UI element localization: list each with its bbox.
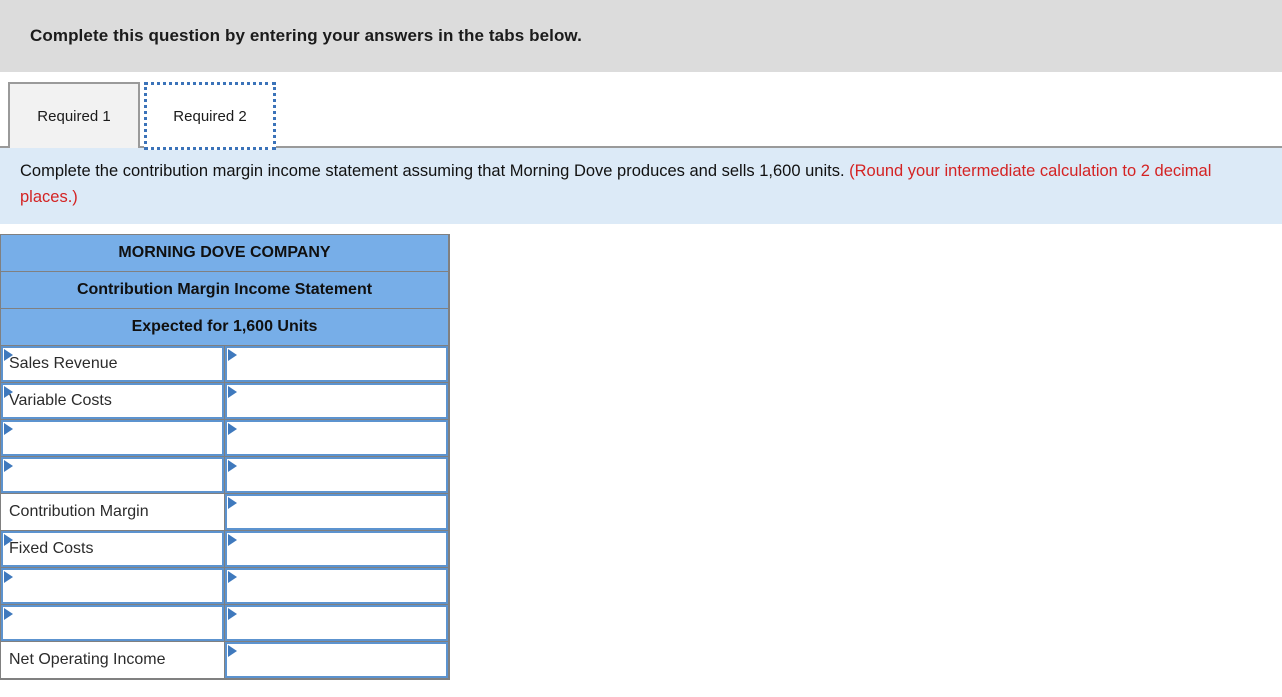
account-select-0[interactable]: Sales Revenue <box>1 346 225 382</box>
statement-label-text: Sales Revenue <box>9 355 118 372</box>
table-row: Variable Costs <box>0 382 450 420</box>
account-select-6[interactable] <box>1 568 225 604</box>
tab-strip: Required 1 Required 2 <box>0 72 1282 150</box>
dropdown-triangle-icon <box>4 423 13 435</box>
statement-label-cell: Fixed Costs <box>0 530 226 568</box>
statement-period: Expected for 1,600 Units <box>0 308 450 346</box>
dropdown-triangle-icon <box>228 497 238 509</box>
dropdown-triangle-icon <box>228 423 238 435</box>
question-instruction-bar: Complete this question by entering your … <box>0 0 1282 72</box>
table-row <box>0 419 450 457</box>
account-select-3[interactable] <box>1 457 225 493</box>
account-select-1[interactable]: Variable Costs <box>1 383 225 419</box>
table-row: Contribution Margin <box>0 493 450 531</box>
statement-value-cell <box>224 530 450 568</box>
account-select-5[interactable]: Fixed Costs <box>1 531 225 567</box>
tab-required-1[interactable]: Required 1 <box>8 82 140 148</box>
statement-label-cell <box>0 456 226 494</box>
dropdown-triangle-icon <box>4 608 13 620</box>
amount-input-1[interactable] <box>225 383 448 419</box>
account-select-7[interactable] <box>1 605 225 641</box>
amount-input-0[interactable] <box>225 346 448 382</box>
statement-label-cell: Contribution Margin <box>0 493 226 531</box>
statement-label-text: Net Operating Income <box>9 651 166 668</box>
question-instruction-text: Complete this question by entering your … <box>30 26 582 45</box>
table-row: Sales Revenue <box>0 345 450 383</box>
statement-value-cell <box>224 382 450 420</box>
dropdown-triangle-icon <box>228 386 238 398</box>
tab-required-2-label: Required 2 <box>173 107 247 125</box>
statement-subtitle: Contribution Margin Income Statement <box>0 271 450 309</box>
amount-input-5[interactable] <box>225 531 448 567</box>
statement-label-cell: Net Operating Income <box>0 641 226 680</box>
table-row <box>0 604 450 642</box>
table-title-row-3: Expected for 1,600 Units <box>0 308 450 346</box>
dropdown-triangle-icon <box>4 460 13 472</box>
table-title-row-1: MORNING DOVE COMPANY <box>0 234 450 272</box>
requirement-banner: Complete the contribution margin income … <box>0 148 1282 224</box>
amount-input-6[interactable] <box>225 568 448 604</box>
amount-input-7[interactable] <box>225 605 448 641</box>
statement-label-cell <box>0 567 226 605</box>
statement-label-text: Variable Costs <box>9 392 112 409</box>
table-row: Net Operating Income <box>0 641 450 680</box>
statement-worksheet: MORNING DOVE COMPANY Contribution Margin… <box>0 224 1282 680</box>
requirement-text: Complete the contribution margin income … <box>20 162 850 180</box>
statement-label-cell: Sales Revenue <box>0 345 226 383</box>
dropdown-triangle-icon <box>228 349 238 361</box>
amount-input-2[interactable] <box>225 420 448 456</box>
statement-label-text: Contribution Margin <box>9 503 149 520</box>
statement-company-title: MORNING DOVE COMPANY <box>0 234 450 272</box>
statement-value-cell <box>224 345 450 383</box>
amount-input-3[interactable] <box>225 457 448 493</box>
statement-label-cell <box>0 604 226 642</box>
table-title-row-2: Contribution Margin Income Statement <box>0 271 450 309</box>
statement-value-cell <box>224 641 450 680</box>
contribution-margin-table: MORNING DOVE COMPANY Contribution Margin… <box>0 234 450 680</box>
tab-required-2[interactable]: Required 2 <box>144 82 276 150</box>
table-row <box>0 456 450 494</box>
table-body: MORNING DOVE COMPANY Contribution Margin… <box>0 234 450 680</box>
statement-value-cell <box>224 493 450 531</box>
static-label-8: Net Operating Income <box>1 642 225 678</box>
table-row <box>0 567 450 605</box>
statement-value-cell <box>224 456 450 494</box>
account-select-2[interactable] <box>1 420 225 456</box>
statement-value-cell <box>224 419 450 457</box>
static-label-4: Contribution Margin <box>1 494 225 530</box>
tab-required-1-label: Required 1 <box>37 107 111 125</box>
dropdown-triangle-icon <box>228 534 238 546</box>
statement-label-cell: Variable Costs <box>0 382 226 420</box>
statement-label-cell <box>0 419 226 457</box>
dropdown-triangle-icon <box>228 460 238 472</box>
statement-value-cell <box>224 604 450 642</box>
dropdown-triangle-icon <box>228 571 238 583</box>
table-row: Fixed Costs <box>0 530 450 568</box>
dropdown-triangle-icon <box>4 571 13 583</box>
amount-input-8[interactable] <box>225 642 448 678</box>
dropdown-triangle-icon <box>228 645 238 657</box>
amount-input-4[interactable] <box>225 494 448 530</box>
dropdown-triangle-icon <box>228 608 238 620</box>
statement-value-cell <box>224 567 450 605</box>
statement-label-text: Fixed Costs <box>9 540 94 557</box>
